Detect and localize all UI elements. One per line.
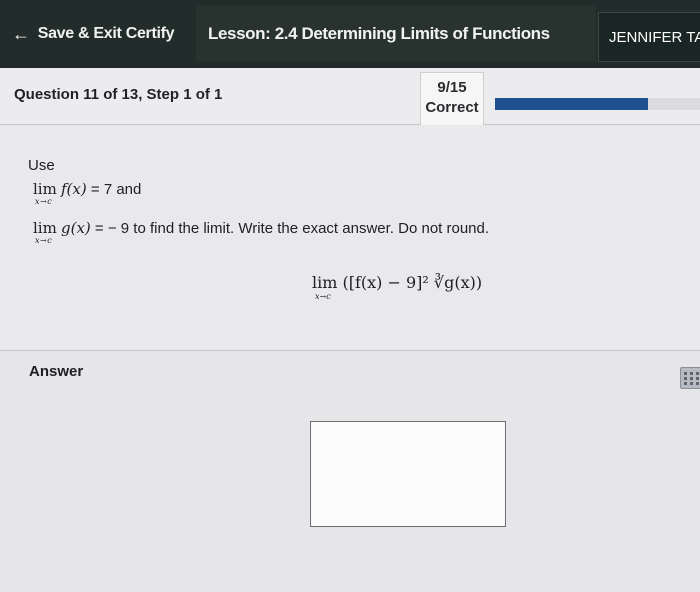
top-bar: ← Save & Exit Certify Lesson: 2.4 Determ… [0,0,700,68]
expression-subscript: x→c [315,292,331,301]
expression-text: lim ([f(x) − 9]² ∛g(x)) [312,273,483,292]
lim-subscript: x→c [35,236,53,245]
lim-operator: lim x→c [33,180,57,206]
keypad-icon[interactable] [680,367,700,389]
limit-expression: lim ([f(x) − 9]² ∛g(x)) x→c [312,273,483,301]
save-exit-label: Save & Exit Certify [37,25,175,42]
limit-f-value: = 7 and [86,181,142,198]
question-title: Question 11 of 13, Step 1 of 1 [14,86,223,103]
instruction-text: = − 9 to find the limit. Write the exact… [90,220,490,237]
arrow-left-icon: ← [12,23,30,44]
problem-panel: Use lim x→c f(x) = 7 and lim x→c g(x) = … [0,125,700,351]
use-label: Use [28,157,55,174]
answer-section: Answer [0,351,700,592]
lim-subscript: x→c [35,197,53,206]
g-of-x: g(x) [61,219,91,237]
lim-operator: lim x→c [33,219,57,245]
score-value: 9/15 [437,79,467,96]
progress-fill [495,98,649,110]
lesson-title: Lesson: 2.4 Determining Limits of Functi… [196,6,596,62]
answer-label: Answer [29,363,84,380]
score-status: Correct [425,99,479,116]
limit-line-f: lim x→c f(x) = 7 and [33,180,142,206]
limit-line-g: lim x→c g(x) = − 9 to find the limit. Wr… [33,219,490,245]
progress-bar [495,98,700,110]
score-box: 9/15 Correct [420,72,484,125]
f-of-x: f(x) [61,180,87,198]
answer-input[interactable] [310,421,506,527]
user-menu[interactable]: JENNIFER TA [598,12,700,62]
save-exit-button[interactable]: ← Save & Exit Certify [0,6,196,62]
question-bar: Question 11 of 13, Step 1 of 1 9/15 Corr… [0,68,700,125]
